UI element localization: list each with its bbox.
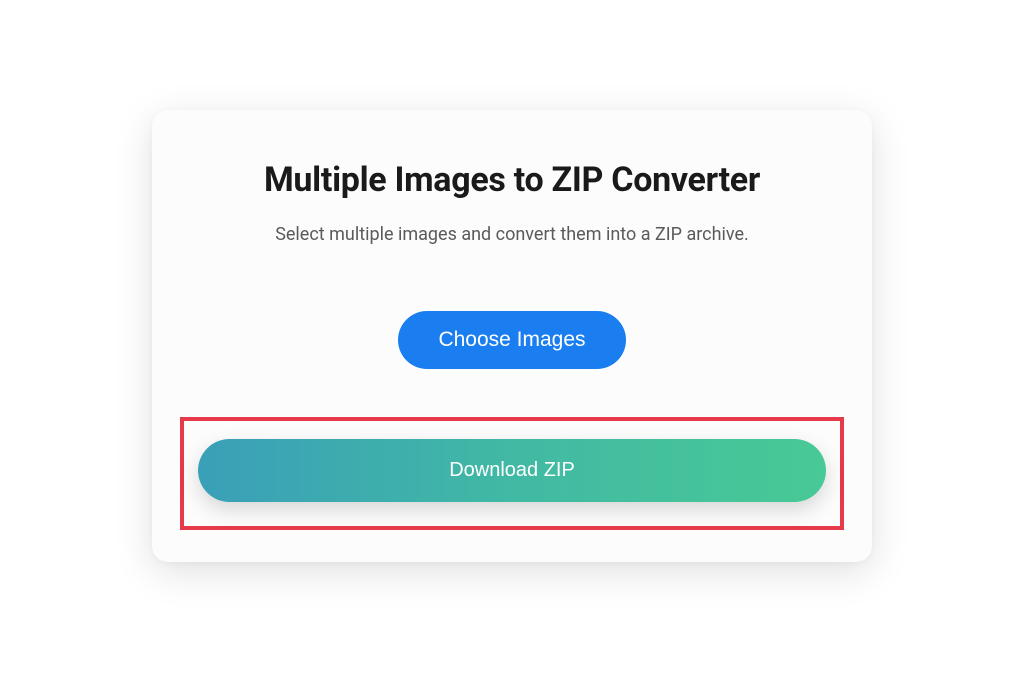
card-subtitle: Select multiple images and convert them … — [192, 224, 832, 245]
download-zip-button[interactable]: Download ZIP — [198, 439, 826, 502]
card-title: Multiple Images to ZIP Converter — [192, 160, 832, 200]
highlight-annotation: Download ZIP — [180, 417, 844, 530]
choose-images-button[interactable]: Choose Images — [398, 311, 625, 369]
converter-card: Multiple Images to ZIP Converter Select … — [152, 110, 872, 562]
